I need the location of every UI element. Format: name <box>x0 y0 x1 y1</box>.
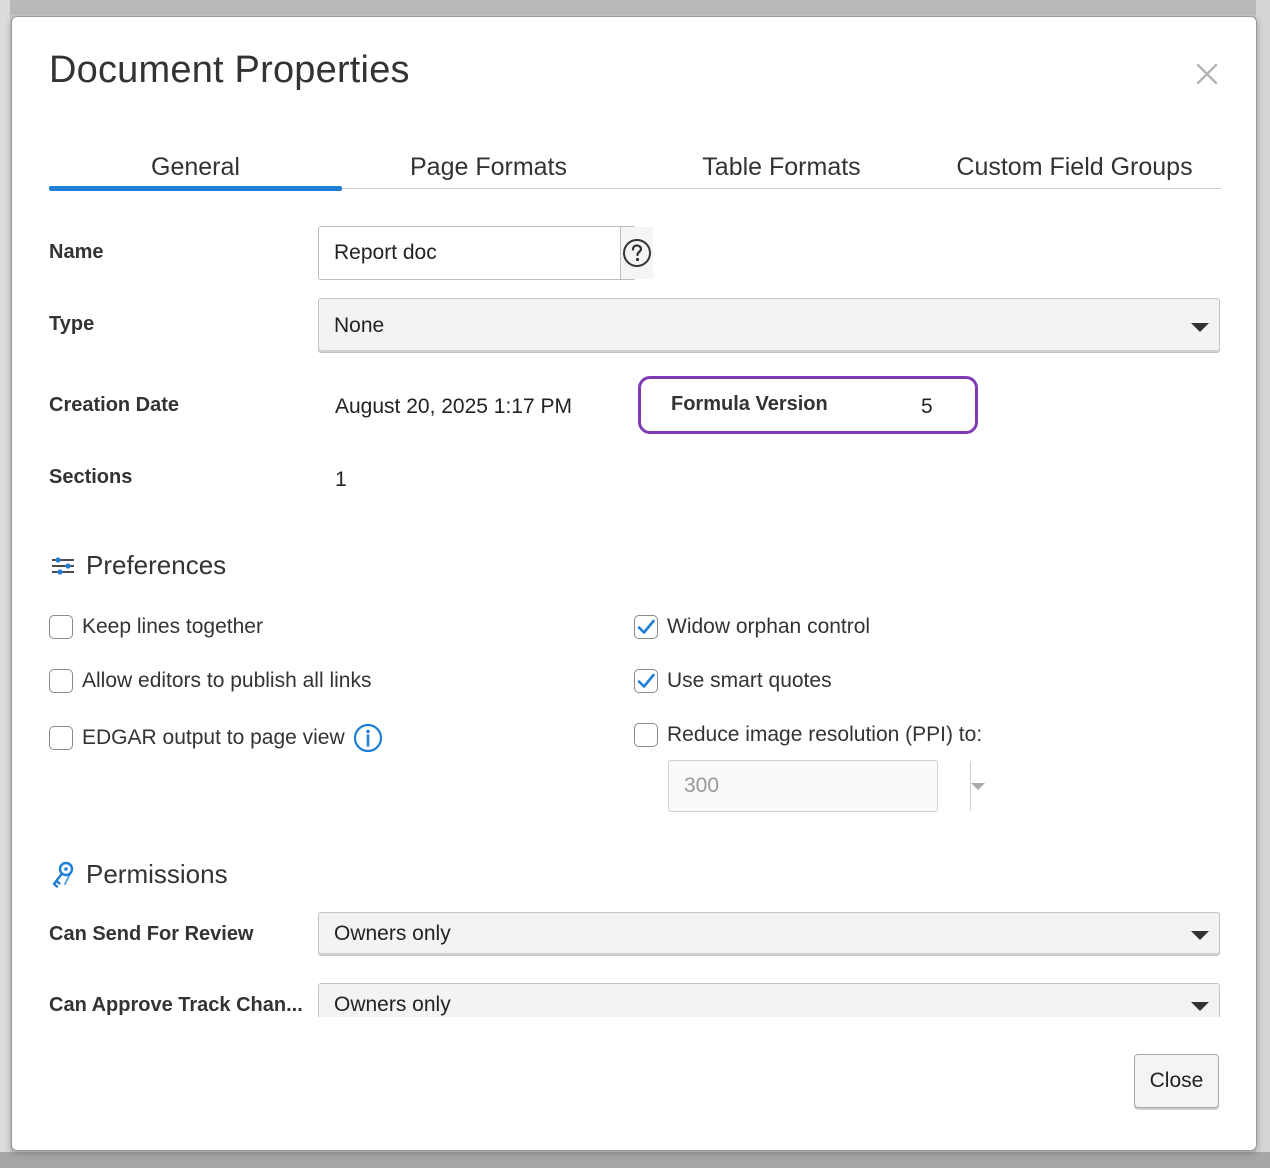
background-app-top <box>0 0 1270 14</box>
background-app-bottom <box>0 1152 1270 1168</box>
document-properties-dialog: Document Properties General Page Formats… <box>11 16 1257 1151</box>
scroll-clip-area: Can Approve Track Chan... Owners only <box>12 17 1258 1017</box>
can-approve-track-changes-select[interactable]: Owners only <box>318 983 1220 1017</box>
close-button[interactable]: Close <box>1134 1054 1219 1108</box>
can-approve-track-changes-label: Can Approve Track Chan... <box>49 994 303 1016</box>
chevron-down-icon <box>1191 1002 1209 1011</box>
can-approve-track-changes-value: Owners only <box>334 993 451 1016</box>
background-app-left <box>0 0 10 1168</box>
background-app-right <box>1256 0 1270 1168</box>
